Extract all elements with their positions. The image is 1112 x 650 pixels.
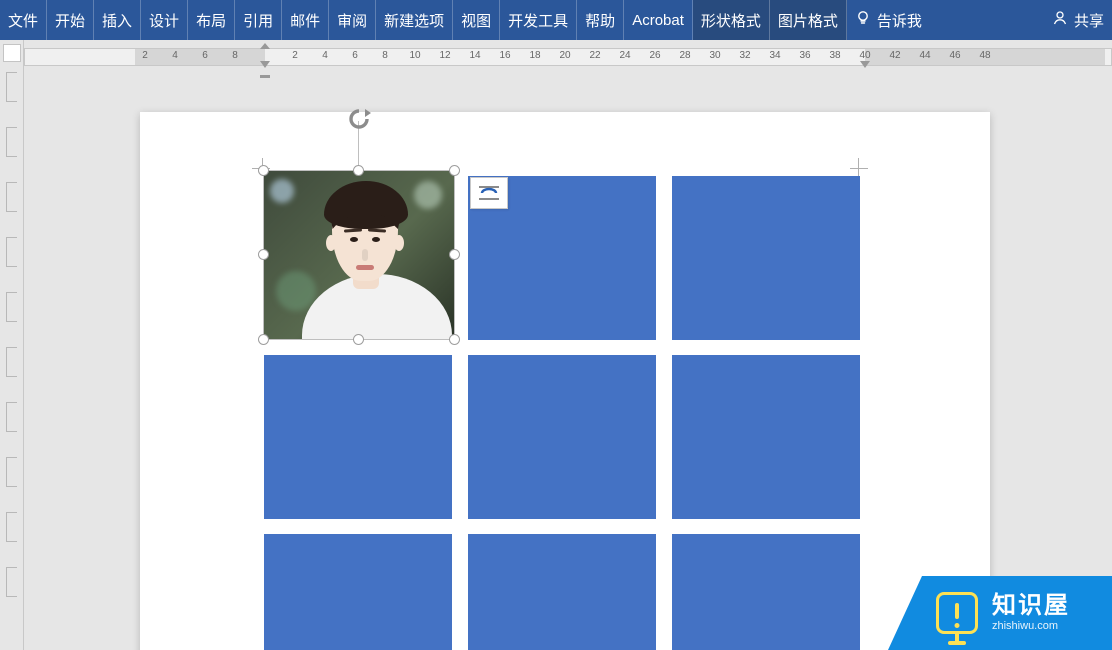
tab-help[interactable]: 帮助 [577, 0, 624, 40]
ruler-number: 18 [529, 50, 540, 61]
ruler-number: 14 [469, 50, 480, 61]
ruler-number: 36 [799, 50, 810, 61]
vruler-segment [6, 567, 17, 597]
ruler-number: 12 [439, 50, 450, 61]
rectangle-shape[interactable] [672, 176, 860, 340]
tab-insert[interactable]: 插入 [94, 0, 141, 40]
ruler-number: 8 [382, 50, 388, 61]
vruler-segment [6, 72, 17, 102]
ruler-number: 44 [919, 50, 930, 61]
selection-frame [263, 170, 455, 340]
margin-marker-icon [858, 158, 878, 178]
ruler-number: 26 [649, 50, 660, 61]
vruler-segment [6, 292, 17, 322]
rectangle-shape[interactable] [264, 355, 452, 519]
rectangle-shape[interactable] [672, 534, 860, 650]
tab-home[interactable]: 开始 [47, 0, 94, 40]
rectangle-shape[interactable] [264, 534, 452, 650]
vruler-segment [6, 457, 17, 487]
hanging-indent-icon[interactable] [260, 61, 270, 68]
rectangle-shape[interactable] [468, 355, 656, 519]
right-indent-icon[interactable] [860, 61, 870, 68]
ribbon: 文件 开始 插入 设计 布局 引用 邮件 审阅 新建选项 视图 开发工具 帮助 … [0, 0, 1112, 40]
nav-cell[interactable] [3, 44, 21, 62]
ruler-number: 46 [949, 50, 960, 61]
lightbulb-icon [855, 10, 871, 30]
vruler-segment [6, 402, 17, 432]
vruler-segment [6, 347, 17, 377]
person-icon [1052, 10, 1068, 30]
share-button[interactable]: 共享 [1044, 0, 1112, 40]
tab-file[interactable]: 文件 [0, 0, 47, 40]
ruler-number: 24 [619, 50, 630, 61]
resize-handle[interactable] [449, 334, 460, 345]
watermark-subtitle: zhishiwu.com [992, 620, 1070, 632]
document-area: 8642246810121416182022242628303234363840… [0, 40, 1112, 650]
ruler-number: 38 [829, 50, 840, 61]
resize-handle[interactable] [258, 334, 269, 345]
tab-shape-format[interactable]: 形状格式 [693, 0, 770, 40]
first-line-indent-icon[interactable] [260, 43, 270, 49]
rotate-handle-icon[interactable] [341, 107, 377, 131]
rectangle-shape[interactable] [672, 355, 860, 519]
vruler-segment [6, 237, 17, 267]
watermark-icon [936, 592, 978, 634]
ruler-number: 6 [202, 50, 208, 61]
tab-mailings[interactable]: 邮件 [282, 0, 329, 40]
ruler-number: 28 [679, 50, 690, 61]
ruler-number: 42 [889, 50, 900, 61]
vruler-segment [6, 182, 17, 212]
tab-new-option[interactable]: 新建选项 [376, 0, 453, 40]
horizontal-ruler[interactable]: 8642246810121416182022242628303234363840… [24, 48, 1112, 66]
resize-handle[interactable] [449, 165, 460, 176]
ruler-number: 4 [172, 50, 178, 61]
navigation-gutter [0, 40, 24, 650]
ruler-number: 2 [142, 50, 148, 61]
ruler-number: 22 [589, 50, 600, 61]
tab-design[interactable]: 设计 [141, 0, 188, 40]
ruler-number: 32 [739, 50, 750, 61]
ruler-number: 2 [292, 50, 298, 61]
ruler-number: 6 [352, 50, 358, 61]
watermark-title: 知识屋 [992, 594, 1070, 618]
ribbon-spacer [930, 0, 1044, 40]
resize-handle[interactable] [353, 334, 364, 345]
ruler-number: 40 [859, 50, 870, 61]
tab-acrobat[interactable]: Acrobat [624, 0, 693, 40]
selected-picture[interactable] [264, 171, 454, 339]
layout-options-button[interactable] [470, 177, 508, 209]
ruler-number: 8 [232, 50, 238, 61]
tab-picture-format[interactable]: 图片格式 [770, 0, 847, 40]
ruler-number: 20 [559, 50, 570, 61]
watermark-badge: 知识屋 zhishiwu.com [922, 576, 1112, 650]
ruler-number: 34 [769, 50, 780, 61]
tab-view[interactable]: 视图 [453, 0, 500, 40]
ruler-number: 4 [322, 50, 328, 61]
tab-review[interactable]: 审阅 [329, 0, 376, 40]
resize-handle[interactable] [258, 249, 269, 260]
resize-handle[interactable] [353, 165, 364, 176]
layout-options-icon [476, 183, 502, 203]
tab-references[interactable]: 引用 [235, 0, 282, 40]
resize-handle[interactable] [449, 249, 460, 260]
ruler-number: 48 [979, 50, 990, 61]
ruler-number: 16 [499, 50, 510, 61]
vruler-segment [6, 512, 17, 542]
tab-layout[interactable]: 布局 [188, 0, 235, 40]
tell-me-search[interactable]: 告诉我 [847, 0, 930, 40]
ruler-number: 30 [709, 50, 720, 61]
rectangle-shape[interactable] [468, 534, 656, 650]
vruler-segment [6, 127, 17, 157]
tab-developer[interactable]: 开发工具 [500, 0, 577, 40]
resize-handle[interactable] [258, 165, 269, 176]
ruler-number: 10 [409, 50, 420, 61]
